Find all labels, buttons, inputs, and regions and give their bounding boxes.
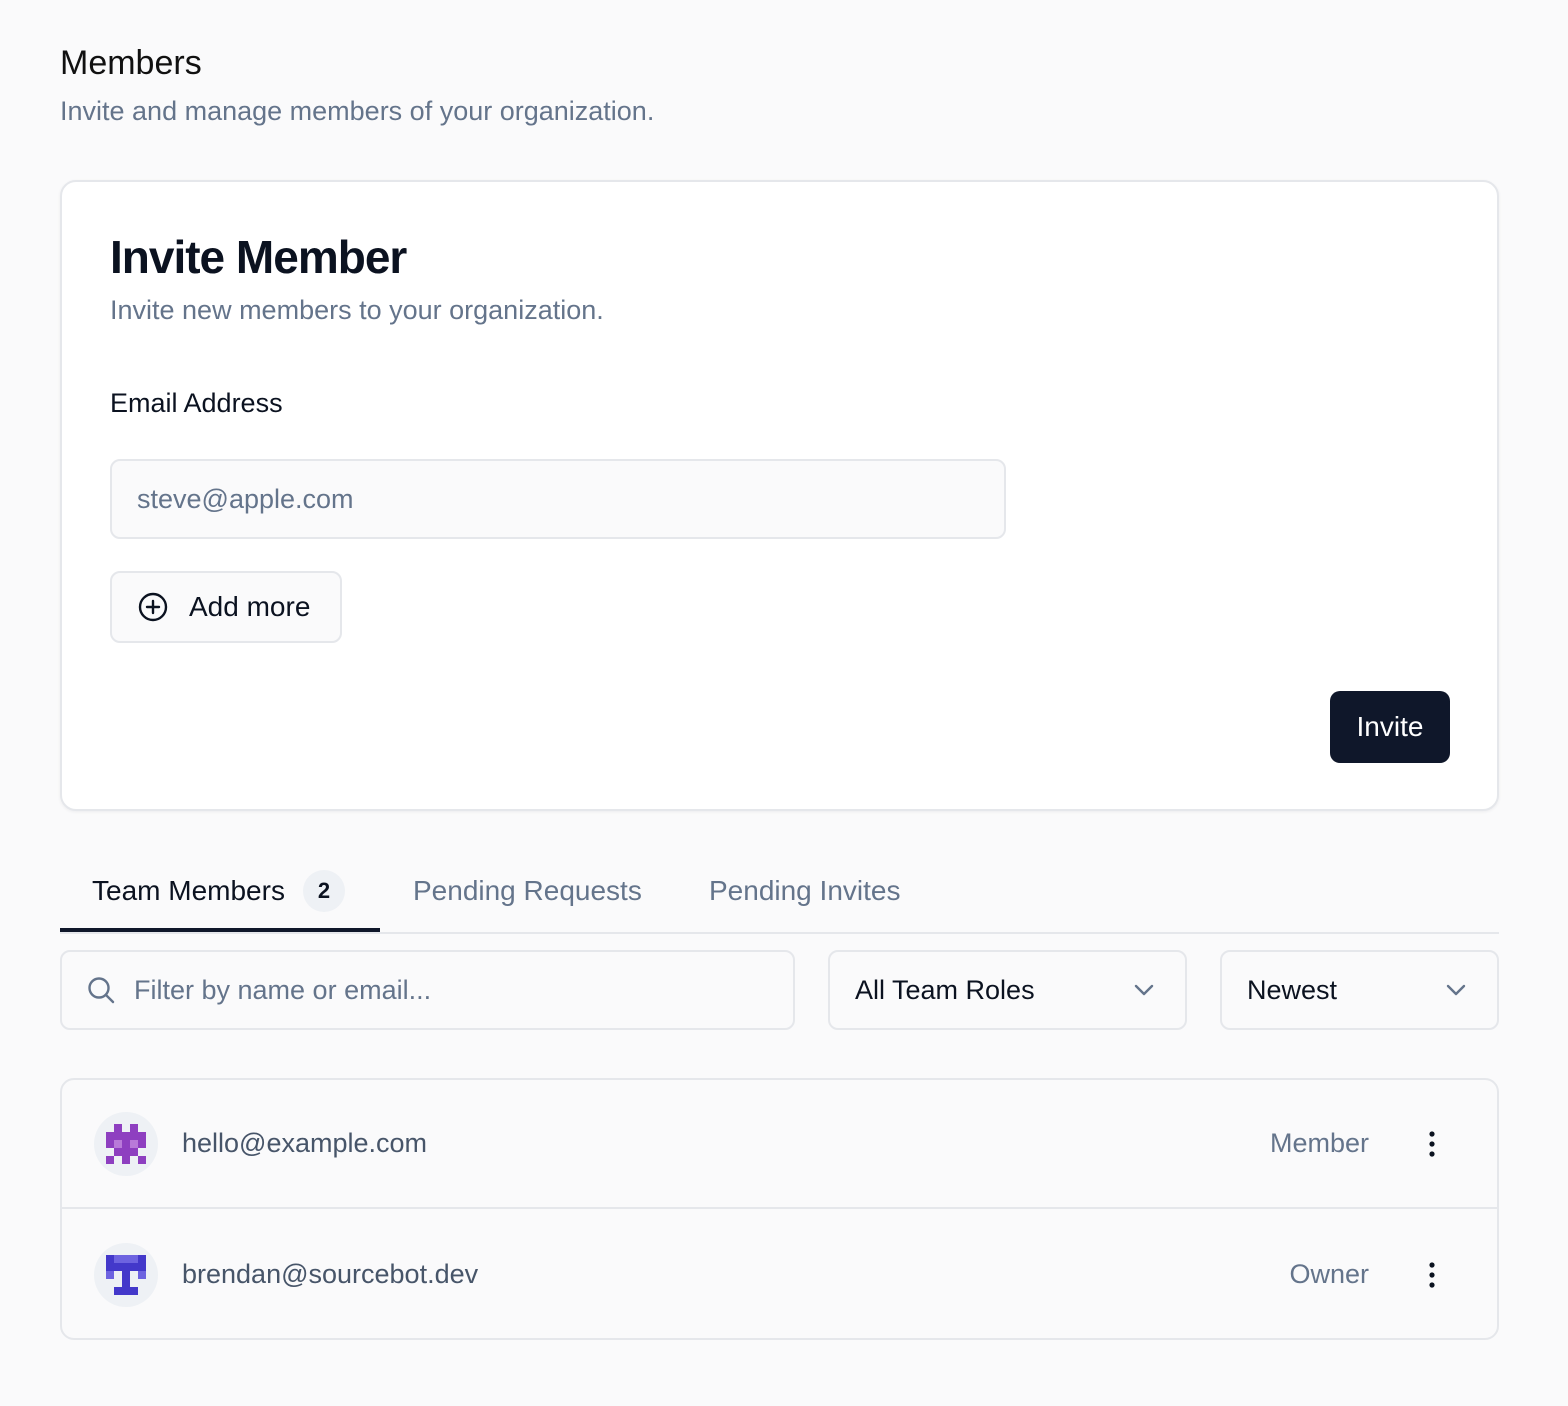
member-email: brendan@sourcebot.dev xyxy=(182,1259,479,1289)
invite-card-title: Invite Member xyxy=(110,231,407,283)
sort-select[interactable]: Newest xyxy=(1220,950,1499,1030)
email-field[interactable] xyxy=(110,459,1006,539)
member-role: Owner xyxy=(1289,1259,1369,1289)
member-search xyxy=(60,950,795,1030)
plus-circle-icon xyxy=(137,591,169,623)
sort-value: Newest xyxy=(1247,974,1338,1005)
chevron-down-icon xyxy=(1443,977,1469,1003)
tab-label: Team Members xyxy=(92,875,285,906)
more-vertical-icon[interactable] xyxy=(1417,1124,1447,1164)
avatar xyxy=(94,1242,158,1307)
page-subtitle: Invite and manage members of your organi… xyxy=(60,96,655,126)
team-members-count-badge: 2 xyxy=(302,870,345,912)
avatar xyxy=(94,1111,158,1176)
chevron-down-icon xyxy=(1131,977,1157,1003)
tab-label: Pending Requests xyxy=(413,875,642,906)
tab-pending-invites[interactable]: Pending Invites xyxy=(709,850,900,932)
more-vertical-icon[interactable] xyxy=(1417,1255,1447,1295)
tab-pending-requests[interactable]: Pending Requests xyxy=(413,850,642,932)
list-item: brendan@sourcebot.dev Owner xyxy=(62,1210,1497,1338)
invite-button[interactable]: Invite xyxy=(1330,691,1450,763)
member-list: hello@example.com Member brendan@sourceb… xyxy=(60,1078,1499,1340)
role-filter-select[interactable]: All Team Roles xyxy=(828,950,1187,1030)
add-more-label: Add more xyxy=(189,591,311,622)
add-more-button[interactable]: Add more xyxy=(110,571,342,643)
search-icon xyxy=(86,975,116,1005)
active-tab-indicator xyxy=(60,928,380,932)
tab-label: Pending Invites xyxy=(709,875,901,906)
role-filter-value: All Team Roles xyxy=(855,974,1035,1005)
member-email: hello@example.com xyxy=(182,1128,428,1158)
list-item: hello@example.com Member xyxy=(62,1080,1497,1209)
invite-card-subtitle: Invite new members to your organization. xyxy=(110,295,604,325)
search-input[interactable] xyxy=(134,974,774,1006)
members-page: Members Invite and manage members of you… xyxy=(0,0,1568,1406)
page-title: Members xyxy=(60,44,202,82)
member-role: Member xyxy=(1269,1128,1369,1158)
email-address-label: Email Address xyxy=(110,388,283,418)
member-tabs: Team Members 2 Pending Requests Pending … xyxy=(60,850,1499,934)
invite-member-card: Invite Member Invite new members to your… xyxy=(60,180,1499,811)
tab-team-members[interactable]: Team Members 2 xyxy=(92,850,345,932)
